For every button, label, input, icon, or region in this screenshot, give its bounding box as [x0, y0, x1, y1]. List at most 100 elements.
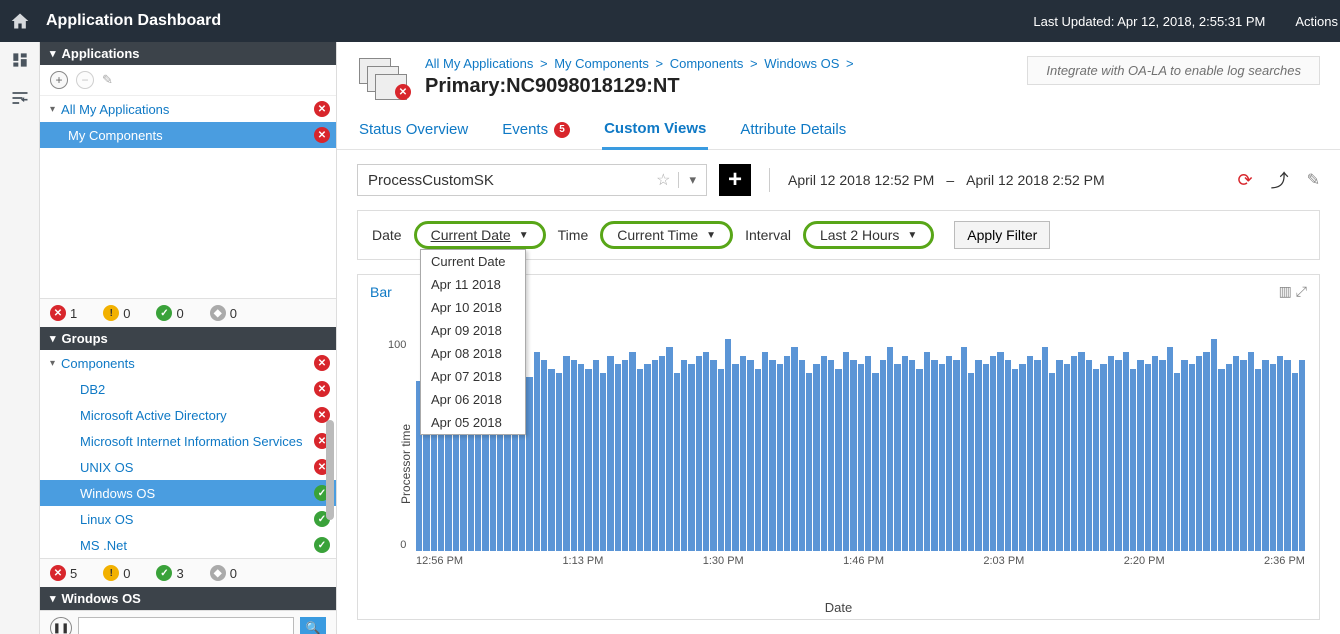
bar	[681, 360, 687, 551]
search-button[interactable]: 🔍	[300, 617, 326, 634]
date-options-menu[interactable]: Current DateApr 11 2018Apr 10 2018Apr 09…	[420, 249, 526, 435]
status-unknown-icon: ◆	[210, 305, 226, 321]
edit-icon[interactable]: ✎	[1307, 170, 1320, 190]
dashboard-icon[interactable]	[10, 50, 30, 70]
bar	[1019, 364, 1025, 551]
bar	[924, 352, 930, 551]
bar	[534, 352, 540, 551]
add-icon[interactable]: +	[50, 71, 68, 89]
bar	[1292, 373, 1298, 551]
chart-expand-icon[interactable]: ⤢	[1296, 283, 1307, 300]
bar	[600, 373, 606, 551]
apply-filter-button[interactable]: Apply Filter	[954, 221, 1050, 249]
bar	[1255, 369, 1261, 551]
tree-item[interactable]: Linux OS✓	[40, 506, 336, 532]
chart-plot: 1000 12:56 PM1:13 PM1:30 PM1:46 PM2:03 P…	[416, 325, 1305, 571]
bar	[526, 377, 532, 551]
bar	[828, 360, 834, 551]
edit-icon[interactable]: ✎	[102, 72, 113, 88]
breadcrumb-link[interactable]: Windows OS	[764, 56, 839, 71]
settings-icon[interactable]	[10, 88, 30, 108]
bar	[931, 360, 937, 551]
bar	[784, 356, 790, 551]
range-to: April 12 2018 2:52 PM	[966, 172, 1105, 188]
tree-item[interactable]: Windows OS✓	[40, 480, 336, 506]
applications-header[interactable]: ▾ Applications	[40, 42, 336, 65]
date-option[interactable]: Current Date	[421, 250, 525, 273]
breadcrumb-link[interactable]: My Components	[554, 56, 649, 71]
view-selector[interactable]: ProcessCustomSK ☆ ▾	[357, 164, 707, 196]
actions-menu[interactable]: Actions	[1295, 14, 1338, 29]
status-warn-icon: !	[103, 565, 119, 581]
status-icon: ✕	[314, 381, 330, 397]
bar	[850, 360, 856, 551]
bar	[732, 364, 738, 551]
search-input[interactable]	[78, 617, 294, 634]
bar	[1211, 339, 1217, 551]
tree-item[interactable]: UNIX OS✕	[40, 454, 336, 480]
favorite-icon[interactable]: ☆	[648, 170, 678, 190]
home-icon[interactable]	[0, 11, 40, 31]
bar	[902, 356, 908, 551]
date-label: Date	[372, 227, 402, 243]
interval-dropdown[interactable]: Last 2 Hours ▼	[803, 221, 934, 249]
tree-item[interactable]: Microsoft Active Directory✕	[40, 402, 336, 428]
bar	[1159, 360, 1165, 551]
bar	[1189, 364, 1195, 551]
tab[interactable]: Events 5	[500, 114, 572, 149]
bar	[1167, 347, 1173, 551]
bar	[1181, 360, 1187, 551]
tree-item[interactable]: MS .Net✓	[40, 532, 336, 558]
bar	[725, 339, 731, 551]
date-dropdown[interactable]: Current Date ▼	[414, 221, 546, 249]
date-option[interactable]: Apr 07 2018	[421, 365, 525, 388]
date-option[interactable]: Apr 10 2018	[421, 296, 525, 319]
bar	[939, 364, 945, 551]
tab[interactable]: Custom Views	[602, 114, 708, 150]
tree-item[interactable]: DB2✕	[40, 376, 336, 402]
bar	[916, 369, 922, 551]
scrollbar[interactable]	[326, 420, 334, 520]
badge: 5	[554, 122, 570, 138]
bar	[1115, 360, 1121, 551]
bar	[953, 360, 959, 551]
time-label: Time	[558, 227, 589, 243]
bar	[791, 347, 797, 551]
bar	[968, 373, 974, 551]
chart-view-icon[interactable]: ▥	[1279, 283, 1292, 300]
date-option[interactable]: Apr 05 2018	[421, 411, 525, 434]
status-ok-icon: ✓	[156, 305, 172, 321]
bar	[1248, 352, 1254, 551]
tab[interactable]: Attribute Details	[738, 114, 848, 149]
tree-root-components[interactable]: ▾Components ✕	[40, 350, 336, 376]
breadcrumb-link[interactable]: Components	[670, 56, 744, 71]
groups-header[interactable]: ▾ Groups	[40, 327, 336, 350]
bar	[880, 360, 886, 551]
bar	[629, 352, 635, 551]
chart-type-label[interactable]: Bar	[370, 284, 392, 300]
add-view-button[interactable]: +	[719, 164, 751, 196]
bar	[835, 369, 841, 551]
windows-os-header[interactable]: ▾ Windows OS	[40, 587, 336, 610]
tree-item-my-components[interactable]: My Components ✕	[40, 122, 336, 148]
status-error-icon: ✕	[314, 101, 330, 117]
bar	[571, 360, 577, 551]
bar	[556, 373, 562, 551]
bar	[541, 360, 547, 551]
date-option[interactable]: Apr 11 2018	[421, 273, 525, 296]
time-dropdown[interactable]: Current Time ▼	[600, 221, 733, 249]
date-option[interactable]: Apr 08 2018	[421, 342, 525, 365]
pause-icon[interactable]: ❚❚	[50, 617, 72, 634]
tree-item[interactable]: Microsoft Internet Information Services✕	[40, 428, 336, 454]
date-option[interactable]: Apr 09 2018	[421, 319, 525, 342]
tab[interactable]: Status Overview	[357, 114, 470, 149]
range-from: April 12 2018 12:52 PM	[788, 172, 934, 188]
export-icon[interactable]: ⤴	[1271, 167, 1289, 193]
breadcrumb-link[interactable]: All My Applications	[425, 56, 533, 71]
bar	[1071, 356, 1077, 551]
refresh-icon[interactable]: ⟳	[1238, 170, 1253, 191]
tree-root-all-apps[interactable]: ▾All My Applications ✕	[40, 96, 336, 122]
bar	[1086, 360, 1092, 551]
chevron-down-icon[interactable]: ▾	[678, 172, 706, 188]
date-option[interactable]: Apr 06 2018	[421, 388, 525, 411]
